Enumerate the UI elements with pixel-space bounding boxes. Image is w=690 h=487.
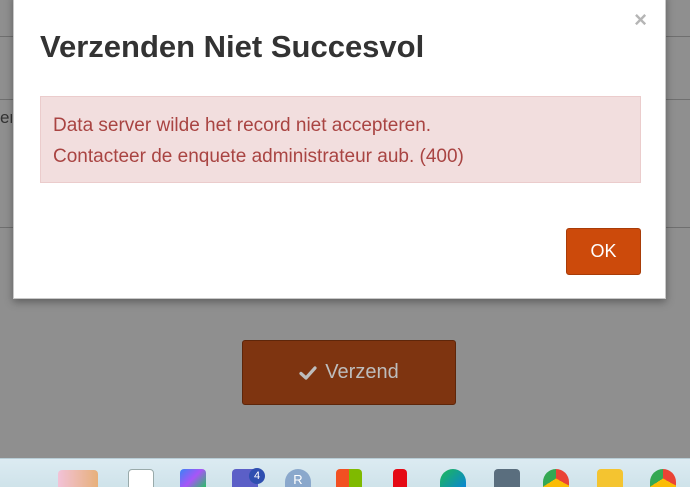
file-explorer-icon[interactable] (597, 469, 623, 487)
alert-line: Contacteer de enquete administrateur aub… (53, 146, 464, 167)
taskbar: 4 R (0, 458, 690, 487)
error-dialog: × Verzenden Niet Succesvol Data server w… (13, 0, 666, 299)
calculator-icon[interactable] (494, 469, 520, 487)
background-text-fragment: er (0, 108, 12, 127)
r-app-icon[interactable]: R (285, 469, 311, 487)
teams-badge: 4 (249, 468, 265, 484)
task-view-icon[interactable] (128, 469, 154, 487)
chrome-icon[interactable] (543, 469, 569, 487)
copilot-icon[interactable] (180, 469, 206, 487)
netflix-icon[interactable] (393, 469, 407, 487)
alert-line: Data server wilde het record niet accept… (53, 115, 432, 136)
store-icon[interactable] (336, 469, 362, 487)
ok-button[interactable]: OK (566, 228, 641, 275)
submit-button[interactable]: Verzend (242, 340, 456, 405)
error-alert: Data server wilde het record niet accept… (40, 96, 641, 183)
dialog-title: Verzenden Niet Succesvol (40, 29, 425, 64)
close-icon[interactable]: × (634, 9, 647, 31)
edge-icon[interactable] (440, 469, 466, 487)
chrome-profile-icon[interactable] (650, 469, 676, 487)
widgets-icon[interactable] (58, 470, 98, 487)
check-icon (299, 365, 317, 380)
submit-button-label: Verzend (325, 361, 399, 383)
